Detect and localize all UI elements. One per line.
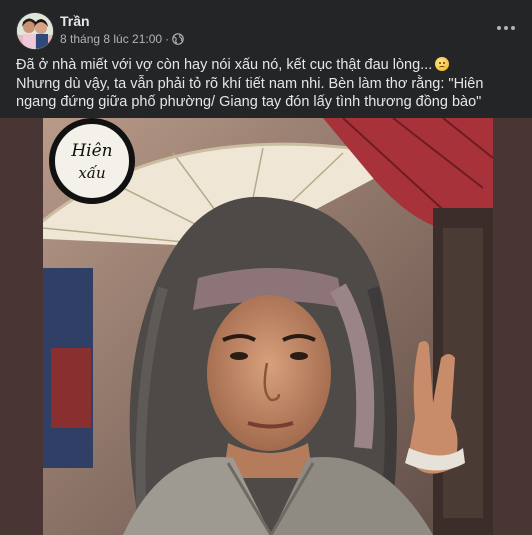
avatar-photo (17, 13, 53, 49)
meta-separator: · (165, 32, 170, 46)
author-avatar[interactable] (16, 12, 54, 50)
post-meta: 8 tháng 8 lúc 21:00 · (60, 32, 184, 46)
photo-illustration: Hiên xấu (43, 118, 493, 535)
author-name-link[interactable]: Trần (60, 13, 90, 29)
globe-icon[interactable] (172, 33, 184, 45)
svg-text:xấu: xấu (78, 164, 105, 182)
more-horizontal-icon[interactable] (492, 16, 520, 40)
hien-xau-logo: Hiên xấu (49, 118, 135, 204)
svg-text:Hiên: Hiên (70, 141, 112, 161)
post-header: Trần 8 tháng 8 lúc 21:00 · (16, 12, 520, 52)
post-text-line-2: Nhưng dù vậy, ta vẫn phải tỏ rõ khí tiết… (16, 75, 484, 111)
facebook-post: Trần 8 tháng 8 lúc 21:00 · Đã ở nhà miết… (0, 0, 532, 535)
post-text: Đã ở nhà miết với vợ còn hay nói xấu nó,… (16, 56, 516, 112)
post-media[interactable]: Hiên xấu (0, 118, 532, 535)
post-text-line-1-content: Đã ở nhà miết với vợ còn hay nói xấu nó,… (16, 57, 433, 73)
sad-face-emoji-icon (435, 57, 450, 71)
post-timestamp-link[interactable]: 8 tháng 8 lúc 21:00 (60, 32, 162, 46)
post-photo[interactable]: Hiên xấu (43, 118, 493, 535)
post-text-line-1: Đã ở nhà miết với vợ còn hay nói xấu nó,… (16, 56, 516, 75)
